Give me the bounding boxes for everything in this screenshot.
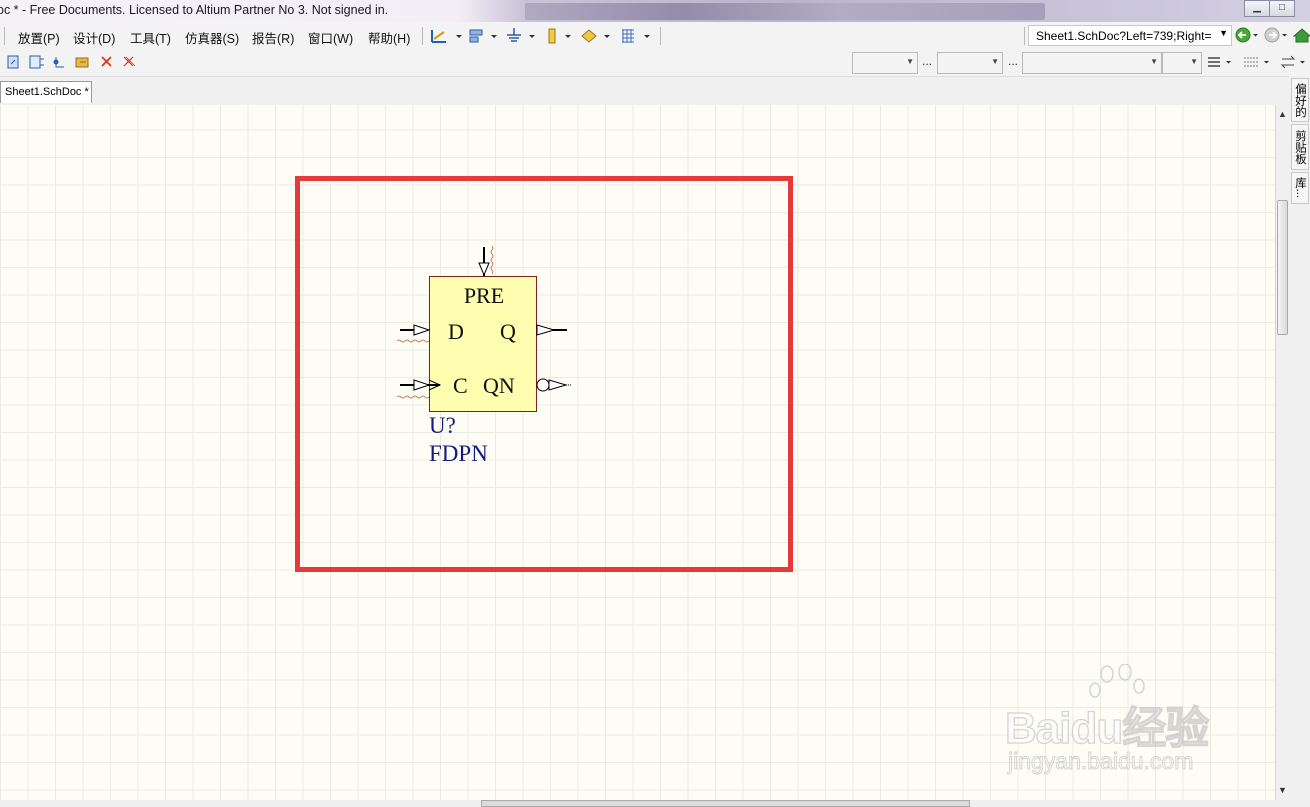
designator-label[interactable]: U?	[429, 413, 456, 438]
baidu-watermark: Baidu经验 jingyan.baidu.com	[1003, 664, 1243, 784]
menu-tools[interactable]: 工具(T)	[130, 28, 171, 47]
back-icon[interactable]	[1235, 27, 1258, 43]
port-icon[interactable]	[580, 27, 614, 45]
separator	[1024, 27, 1025, 45]
horizontal-scrollbar[interactable]	[0, 800, 1310, 807]
pin-label-d: D	[448, 319, 464, 344]
watermark-main-text: Baidu经验	[1004, 703, 1210, 753]
align-tool-icon[interactable]	[468, 27, 500, 45]
menu-simulator[interactable]: 仿真器(S)	[185, 28, 239, 47]
chevron-down-icon[interactable]: ▼	[1219, 28, 1228, 38]
pin-qn[interactable]	[536, 378, 571, 392]
menu-reports[interactable]: 报告(R)	[252, 28, 294, 47]
toolbar2-icons	[7, 55, 136, 69]
forward-icon[interactable]	[1264, 27, 1287, 43]
chevron-down-icon: ▼	[1150, 57, 1158, 66]
wire-tool-icon[interactable]	[430, 27, 464, 45]
side-tab-favorites[interactable]: 偏好的	[1291, 78, 1309, 122]
pin-q[interactable]	[536, 324, 567, 336]
pin-label-qn: QN	[483, 373, 515, 398]
net-icon[interactable]	[53, 57, 65, 68]
arrange-icon[interactable]	[1280, 55, 1305, 69]
line-style-icons	[1208, 55, 1305, 69]
menu-design[interactable]: 设计(D)	[73, 28, 115, 47]
grid-icon[interactable]	[620, 27, 654, 45]
scroll-thumb[interactable]	[1277, 200, 1288, 335]
watermark-sub-text: jingyan.baidu.com	[1007, 748, 1194, 775]
pin-label-c: C	[453, 373, 468, 398]
menu-help[interactable]: 帮助(H)	[368, 28, 410, 47]
chevron-down-icon: ▼	[906, 57, 914, 66]
side-tab-clipboard[interactable]: 剪贴板	[1291, 124, 1309, 170]
format-combo-2[interactable]: ▼	[937, 52, 1003, 74]
line-width-icon[interactable]	[1208, 57, 1231, 67]
component-icon[interactable]	[545, 27, 575, 45]
fdpn-component[interactable]: PRE D Q C QN	[396, 245, 571, 412]
scroll-thumb[interactable]	[481, 800, 970, 807]
ellipsis: ...	[922, 54, 933, 68]
scroll-up-icon[interactable]: ▲	[1278, 109, 1287, 119]
home-icon[interactable]	[1292, 28, 1310, 43]
hierarchy-icon[interactable]	[29, 55, 44, 69]
tab-label: Sheet1.SchDoc *	[5, 86, 89, 98]
pin-pre[interactable]	[478, 245, 494, 277]
comment-label[interactable]: FDPN	[429, 441, 488, 466]
line-style-icon[interactable]	[1244, 57, 1269, 67]
minimize-button[interactable]: ▁	[1244, 0, 1270, 17]
size-combo[interactable]: ▼	[1162, 52, 1202, 74]
menu-window[interactable]: 窗口(W)	[308, 28, 353, 47]
clear-all-icon[interactable]	[123, 56, 136, 67]
tab-sheet1[interactable]: Sheet1.SchDoc *	[0, 81, 92, 103]
separator	[4, 27, 5, 45]
title-bar: oc * - Free Documents. Licensed to Altiu…	[0, 0, 1310, 22]
scroll-down-icon[interactable]: ▼	[1278, 785, 1287, 795]
navigation-icons	[1235, 27, 1310, 43]
format-combo-1[interactable]: ▼	[852, 52, 918, 74]
address-text: Sheet1.SchDoc?Left=739;Right=	[1036, 29, 1212, 43]
pin-label-pre: PRE	[464, 283, 504, 308]
maximize-button[interactable]: □	[1269, 0, 1295, 17]
window-title: oc * - Free Documents. Licensed to Altiu…	[0, 3, 389, 17]
pin-d[interactable]	[396, 324, 431, 343]
ground-power-icon[interactable]	[505, 27, 539, 45]
chevron-down-icon: ▼	[1190, 57, 1198, 66]
background-window-blur	[525, 3, 1045, 20]
clear-icon[interactable]	[101, 56, 112, 67]
side-tab-libraries[interactable]: 库...	[1291, 172, 1309, 204]
document-tab-bar: Sheet1.SchDoc *	[0, 76, 1310, 105]
side-panel-strip: 偏好的 剪贴板 库...	[1289, 76, 1310, 800]
font-combo[interactable]: ▼	[1022, 52, 1162, 74]
ellipsis: ...	[1008, 54, 1019, 68]
compile-icon[interactable]	[75, 57, 89, 68]
menu-place[interactable]: 放置(P)	[18, 28, 60, 47]
address-bar[interactable]: Sheet1.SchDoc?Left=739;Right= ▼	[1028, 25, 1232, 46]
navigate-sheet-icon[interactable]	[7, 55, 19, 69]
separator	[422, 27, 423, 45]
vertical-scrollbar[interactable]: ▲ ▼	[1275, 105, 1289, 800]
pin-label-q: Q	[500, 319, 516, 344]
chevron-down-icon: ▼	[991, 57, 999, 66]
separator	[660, 27, 661, 45]
